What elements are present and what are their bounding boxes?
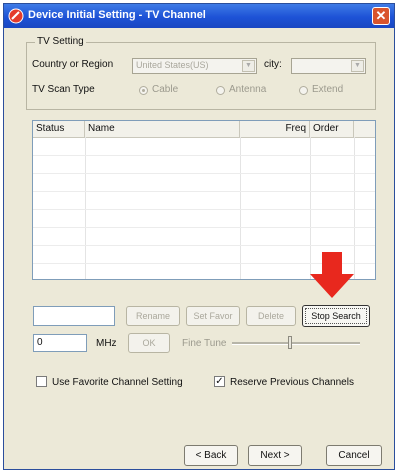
fine-tune-label: Fine Tune xyxy=(182,338,227,349)
column-divider xyxy=(85,137,86,279)
city-label: city: xyxy=(264,59,282,70)
row-divider xyxy=(33,227,375,228)
title-bar[interactable]: Device Initial Setting - TV Channel ✕ xyxy=(4,4,394,28)
chevron-down-icon[interactable]: ▼ xyxy=(242,60,255,72)
rename-button[interactable]: Rename xyxy=(126,306,180,326)
dialog-window: Device Initial Setting - TV Channel ✕ TV… xyxy=(3,3,395,470)
column-header-order[interactable]: Order xyxy=(310,121,354,137)
close-icon: ✕ xyxy=(375,8,387,23)
column-divider xyxy=(354,137,355,279)
reserve-previous-checkbox[interactable]: ✓ xyxy=(214,376,225,387)
chevron-down-icon[interactable]: ▼ xyxy=(351,60,364,72)
window-title: Device Initial Setting - TV Channel xyxy=(28,9,206,21)
ok-button[interactable]: OK xyxy=(128,333,170,353)
frequency-input[interactable]: 0 xyxy=(33,334,87,352)
set-favor-button[interactable]: Set Favor xyxy=(186,306,240,326)
next-button[interactable]: Next > xyxy=(248,445,302,466)
tv-setting-group-label: TV Setting xyxy=(35,36,86,47)
scan-type-label: TV Scan Type xyxy=(32,84,95,95)
scan-antenna-label: Antenna xyxy=(229,84,267,95)
scan-antenna-radio[interactable] xyxy=(216,86,225,95)
scan-extend-radio[interactable] xyxy=(299,86,308,95)
back-button[interactable]: < Back xyxy=(184,445,238,466)
channel-list-header: Status Name Freq Order xyxy=(33,121,375,138)
row-divider xyxy=(33,173,375,174)
red-arrow-icon xyxy=(310,252,354,298)
column-header-status[interactable]: Status xyxy=(33,121,85,137)
scan-extend-label: Extend xyxy=(312,84,344,95)
channel-name-input[interactable] xyxy=(33,306,115,326)
fine-tune-slider[interactable] xyxy=(232,342,360,345)
row-divider xyxy=(33,191,375,192)
use-favorite-label: Use Favorite Channel Setting xyxy=(52,377,183,388)
row-divider xyxy=(33,209,375,210)
scan-cable-radio[interactable] xyxy=(139,86,148,95)
scan-cable-label: Cable xyxy=(152,84,179,95)
fine-tune-slider-thumb[interactable] xyxy=(287,336,292,349)
country-select[interactable]: United States(US) ▼ xyxy=(132,58,257,74)
country-label: Country or Region xyxy=(32,59,114,70)
frequency-unit-label: MHz xyxy=(96,338,117,349)
row-divider xyxy=(33,155,375,156)
city-select[interactable]: ▼ xyxy=(291,58,366,74)
stop-search-button[interactable]: Stop Search xyxy=(302,305,370,327)
app-logo-icon xyxy=(8,8,24,24)
column-header-freq[interactable]: Freq xyxy=(240,121,310,137)
column-divider xyxy=(240,137,241,279)
country-select-value: United States(US) xyxy=(136,60,209,70)
close-button[interactable]: ✕ xyxy=(372,7,390,25)
use-favorite-checkbox[interactable] xyxy=(36,376,47,387)
checkmark-icon: ✓ xyxy=(215,376,224,387)
cancel-button[interactable]: Cancel xyxy=(326,445,382,466)
tv-setting-group: TV Setting xyxy=(26,36,376,110)
frequency-input-value: 0 xyxy=(37,337,43,348)
reserve-previous-label: Reserve Previous Channels xyxy=(230,377,354,388)
focus-ring xyxy=(305,308,367,324)
delete-button[interactable]: Delete xyxy=(246,306,296,326)
row-divider xyxy=(33,245,375,246)
column-header-name[interactable]: Name xyxy=(85,121,240,137)
